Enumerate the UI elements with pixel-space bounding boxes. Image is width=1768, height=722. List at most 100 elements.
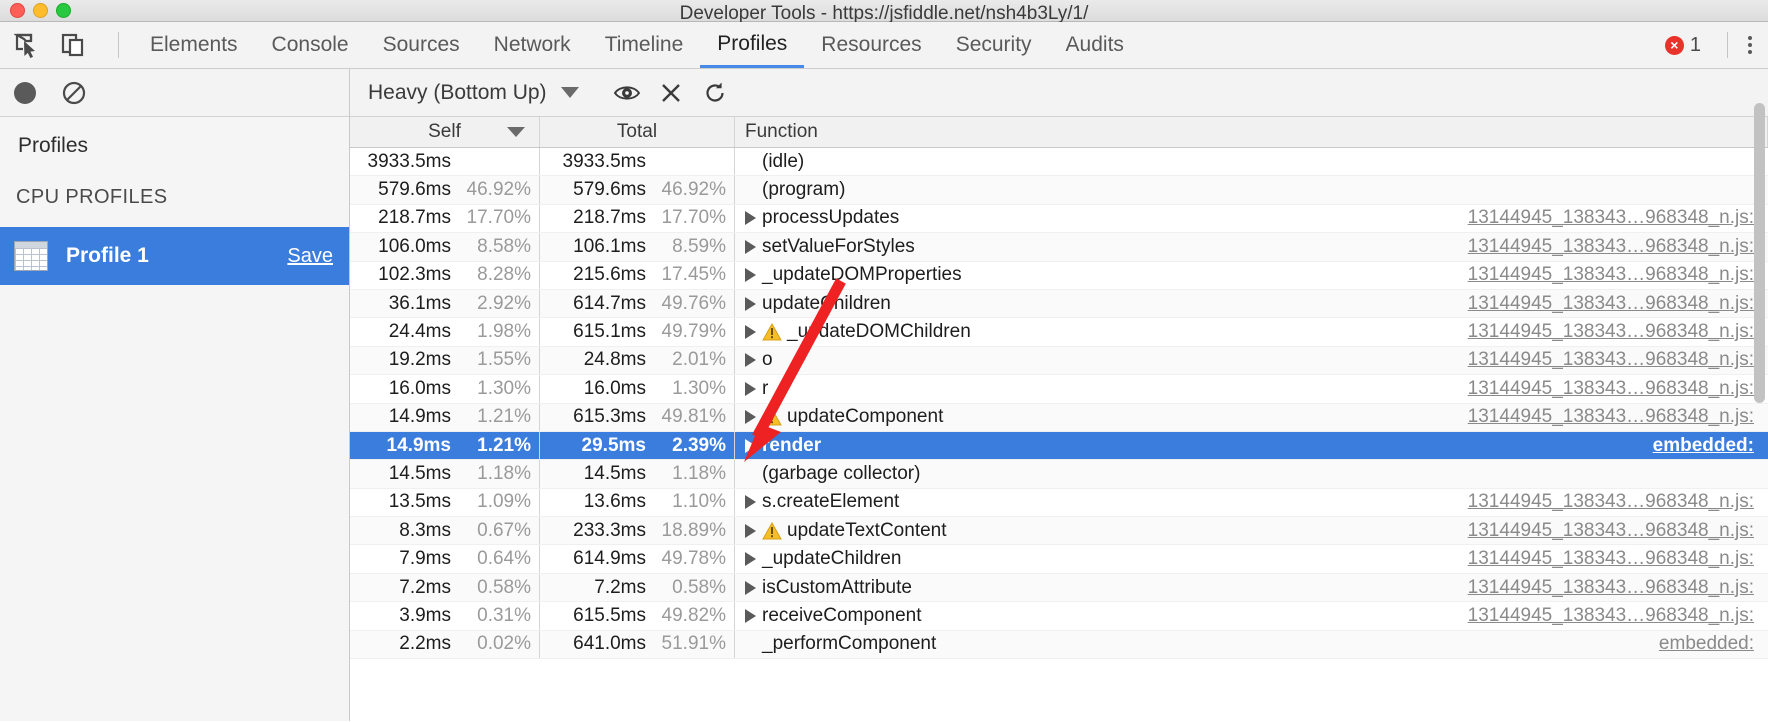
source-url-link[interactable]: 13144945_138343…968348_n.js: [1468, 236, 1754, 258]
disclosure-triangle-icon[interactable] [745, 552, 756, 566]
total-ms: 615.3ms [551, 406, 646, 428]
cell-total: 16.0ms1.30% [540, 375, 735, 402]
table-row[interactable]: 218.7ms17.70%218.7ms17.70%processUpdates… [350, 205, 1768, 233]
source-url-link[interactable]: embedded: [1659, 633, 1754, 655]
table-row[interactable]: 102.3ms8.28%215.6ms17.45%_updateDOMPrope… [350, 262, 1768, 290]
close-icon[interactable] [649, 73, 693, 113]
function-name: _updateDOMProperties [762, 264, 962, 286]
view-mode-select[interactable]: Heavy (Bottom Up) [368, 81, 579, 105]
cell-function: (program) [735, 176, 1768, 203]
source-url-link[interactable]: 13144945_138343…968348_n.js: [1468, 605, 1754, 627]
record-button-icon[interactable] [14, 82, 36, 104]
tab-sources[interactable]: Sources [366, 22, 477, 68]
table-row[interactable]: 579.6ms46.92%579.6ms46.92%(program) [350, 176, 1768, 204]
total-percent: 0.58% [646, 577, 726, 599]
table-row[interactable]: 19.2ms1.55%24.8ms2.01%o13144945_138343…9… [350, 347, 1768, 375]
chevron-down-icon [561, 87, 579, 98]
disclosure-triangle-icon[interactable] [745, 325, 756, 339]
cell-function: renderembedded: [735, 432, 1768, 459]
column-header-self[interactable]: Self [350, 117, 540, 147]
disclosure-triangle-icon[interactable] [745, 240, 756, 254]
table-row[interactable]: 7.9ms0.64%614.9ms49.78%_updateChildren13… [350, 545, 1768, 573]
total-percent: 1.10% [646, 491, 726, 513]
table-row[interactable]: 14.9ms1.21%29.5ms2.39%renderembedded: [350, 432, 1768, 460]
source-url-link[interactable]: 13144945_138343…968348_n.js: [1468, 520, 1754, 542]
tab-network[interactable]: Network [477, 22, 588, 68]
source-url-link[interactable]: 13144945_138343…968348_n.js: [1468, 378, 1754, 400]
total-ms: 215.6ms [551, 264, 646, 286]
source-url-link[interactable]: 13144945_138343…968348_n.js: [1468, 577, 1754, 599]
tab-audits[interactable]: Audits [1049, 22, 1141, 68]
total-percent: 46.92% [646, 179, 726, 201]
source-url-link[interactable]: 13144945_138343…968348_n.js: [1468, 293, 1754, 315]
table-row[interactable]: 3933.5ms3933.5ms(idle) [350, 148, 1768, 176]
table-row[interactable]: 8.3ms0.67%233.3ms18.89%updateTextContent… [350, 517, 1768, 545]
table-row[interactable]: 106.0ms8.58%106.1ms8.59%setValueForStyle… [350, 233, 1768, 261]
tab-security[interactable]: Security [939, 22, 1049, 68]
table-row[interactable]: 14.9ms1.21%615.3ms49.81%updateComponent1… [350, 404, 1768, 432]
self-ms: 579.6ms [356, 179, 451, 201]
disclosure-triangle-icon[interactable] [745, 211, 756, 225]
source-url-link[interactable]: 13144945_138343…968348_n.js: [1468, 264, 1754, 286]
table-row[interactable]: 7.2ms0.58%7.2ms0.58%isCustomAttribute131… [350, 574, 1768, 602]
save-profile-link[interactable]: Save [287, 245, 333, 268]
column-header-function[interactable]: Function [735, 117, 1768, 147]
sidebar-item-profile-1[interactable]: Profile 1 Save [0, 227, 349, 285]
disclosure-triangle-icon[interactable] [745, 581, 756, 595]
total-ms: 14.5ms [551, 463, 646, 485]
source-url-link[interactable]: 13144945_138343…968348_n.js: [1468, 207, 1754, 229]
cell-function: updateChildren13144945_138343…968348_n.j… [735, 290, 1768, 317]
disclosure-triangle-icon[interactable] [745, 609, 756, 623]
self-ms: 14.9ms [356, 406, 451, 428]
tab-profiles[interactable]: Profiles [700, 22, 804, 68]
source-url-link[interactable]: embedded: [1653, 435, 1754, 457]
table-row[interactable]: 2.2ms0.02%641.0ms51.91%_performComponent… [350, 631, 1768, 659]
disclosure-triangle-icon[interactable] [745, 439, 756, 453]
column-header-total[interactable]: Total [540, 117, 735, 147]
source-url-link[interactable]: 13144945_138343…968348_n.js: [1468, 321, 1754, 343]
self-ms: 3933.5ms [356, 151, 451, 173]
device-toolbar-icon[interactable] [56, 28, 90, 62]
function-name: (program) [762, 179, 845, 201]
total-ms: 218.7ms [551, 207, 646, 229]
scrollbar-thumb[interactable] [1754, 103, 1765, 403]
refresh-icon[interactable] [693, 73, 737, 113]
table-row[interactable]: 3.9ms0.31%615.5ms49.82%receiveComponent1… [350, 602, 1768, 630]
table-row[interactable]: 16.0ms1.30%16.0ms1.30%r13144945_138343…9… [350, 375, 1768, 403]
source-url-link[interactable]: 13144945_138343…968348_n.js: [1468, 548, 1754, 570]
tab-elements[interactable]: Elements [133, 22, 255, 68]
kebab-menu-icon[interactable] [1740, 30, 1760, 60]
disclosure-triangle-icon[interactable] [745, 495, 756, 509]
profile-table-body[interactable]: 3933.5ms3933.5ms(idle)579.6ms46.92%579.6… [350, 148, 1768, 721]
eye-icon[interactable] [605, 73, 649, 113]
disclosure-triangle-icon[interactable] [745, 524, 756, 538]
disclosure-triangle-icon[interactable] [745, 410, 756, 424]
self-percent: 8.58% [451, 236, 531, 258]
total-percent: 1.30% [646, 378, 726, 400]
inspect-element-icon[interactable] [10, 28, 44, 62]
cell-function: _updateDOMChildren13144945_138343…968348… [735, 318, 1768, 345]
source-url-link[interactable]: 13144945_138343…968348_n.js: [1468, 349, 1754, 371]
disclosure-triangle-icon[interactable] [745, 353, 756, 367]
self-ms: 7.9ms [356, 548, 451, 570]
self-ms: 106.0ms [356, 236, 451, 258]
clear-profiles-icon[interactable] [62, 81, 86, 105]
self-ms: 7.2ms [356, 577, 451, 599]
source-url-link[interactable]: 13144945_138343…968348_n.js: [1468, 406, 1754, 428]
total-percent: 49.81% [646, 406, 726, 428]
error-count-badge[interactable]: × 1 [1665, 34, 1701, 57]
disclosure-triangle-icon[interactable] [745, 297, 756, 311]
sidebar-toolbar [0, 69, 349, 117]
tab-resources[interactable]: Resources [804, 22, 938, 68]
vertical-scrollbar[interactable] [1753, 101, 1766, 721]
table-row[interactable]: 14.5ms1.18%14.5ms1.18%(garbage collector… [350, 460, 1768, 488]
table-row[interactable]: 13.5ms1.09%13.6ms1.10%s.createElement131… [350, 489, 1768, 517]
tab-timeline[interactable]: Timeline [588, 22, 701, 68]
disclosure-triangle-icon[interactable] [745, 268, 756, 282]
cell-function: receiveComponent13144945_138343…968348_n… [735, 602, 1768, 629]
table-row[interactable]: 24.4ms1.98%615.1ms49.79%_updateDOMChildr… [350, 318, 1768, 346]
tab-console[interactable]: Console [255, 22, 366, 68]
source-url-link[interactable]: 13144945_138343…968348_n.js: [1468, 491, 1754, 513]
disclosure-triangle-icon[interactable] [745, 382, 756, 396]
table-row[interactable]: 36.1ms2.92%614.7ms49.76%updateChildren13… [350, 290, 1768, 318]
